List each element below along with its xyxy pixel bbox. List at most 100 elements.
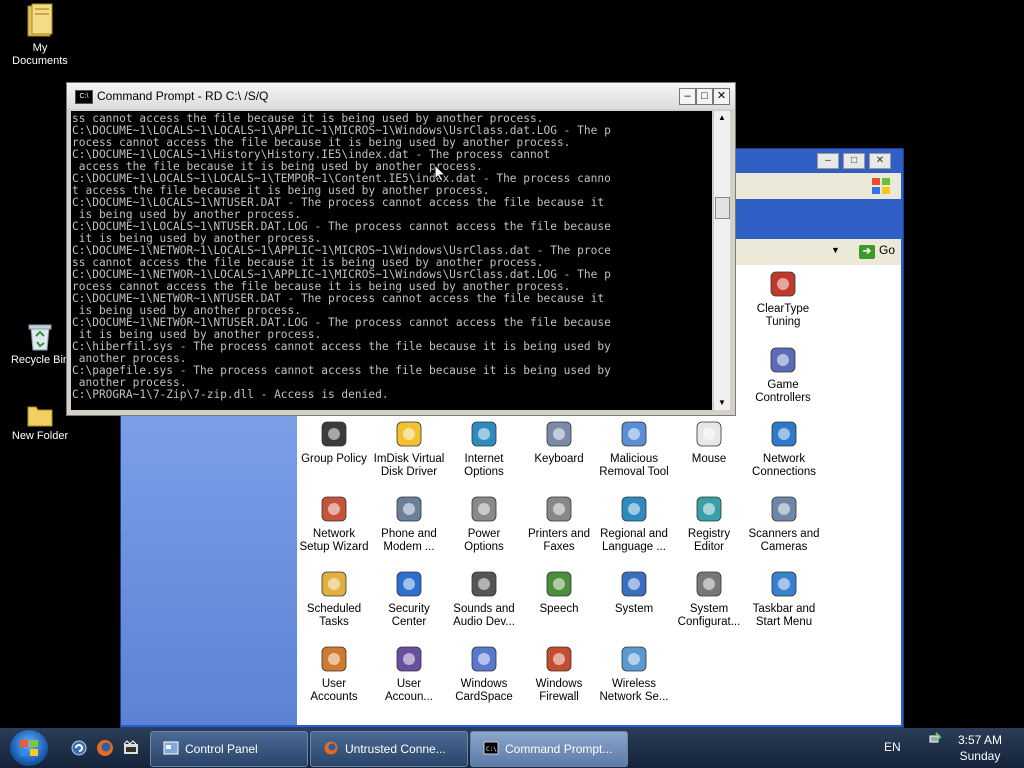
scheduled-tasks-icon bbox=[321, 571, 347, 597]
firefox-icon[interactable] bbox=[96, 739, 114, 757]
control-panel-item[interactable]: Registry Editor bbox=[669, 493, 749, 554]
user-accounts-icon bbox=[321, 646, 347, 672]
control-panel-item[interactable]: Network Setup Wizard bbox=[294, 493, 374, 554]
start-button[interactable] bbox=[10, 730, 48, 766]
control-panel-item[interactable]: Keyboard bbox=[519, 418, 599, 466]
windows-logo-icon bbox=[872, 178, 890, 194]
taskbar-item-command-prompt[interactable]: C:\ Command Prompt... bbox=[470, 731, 628, 767]
desktop-icon-my-documents[interactable]: My Documents bbox=[2, 2, 78, 68]
registry-editor-icon bbox=[696, 496, 722, 522]
media-icon[interactable] bbox=[122, 739, 140, 757]
control-panel-item[interactable]: ImDisk Virtual Disk Driver bbox=[369, 418, 449, 479]
control-panel-item[interactable]: Scanners and Cameras bbox=[744, 493, 824, 554]
control-panel-item-label: Registry Editor bbox=[687, 528, 731, 553]
vertical-scrollbar[interactable]: ▲ ▼ bbox=[713, 111, 730, 410]
folder-icon bbox=[27, 3, 53, 37]
control-panel-item-label: Malicious Removal Tool bbox=[599, 453, 669, 478]
control-panel-item[interactable]: Scheduled Tasks bbox=[294, 568, 374, 629]
language-indicator[interactable]: EN bbox=[884, 740, 901, 754]
folder-icon bbox=[27, 406, 53, 427]
control-panel-item-label: Network Connections bbox=[752, 453, 816, 478]
task-pane bbox=[121, 409, 297, 725]
control-panel-item[interactable]: Regional and Language ... bbox=[594, 493, 674, 554]
network-icon[interactable] bbox=[928, 730, 944, 746]
control-panel-item-label: Mouse bbox=[691, 453, 727, 465]
firewall-icon bbox=[546, 646, 572, 672]
control-panel-item-label: ClearType Tuning bbox=[756, 303, 810, 328]
control-panel-item[interactable]: ClearType Tuning bbox=[743, 268, 823, 329]
close-button[interactable]: ✕ bbox=[869, 153, 891, 169]
taskbar-start-menu-icon bbox=[771, 571, 797, 597]
console-output: ss cannot access the file because it is … bbox=[72, 112, 611, 401]
control-panel-item[interactable]: User Accounts bbox=[294, 643, 374, 704]
security-center-icon bbox=[396, 571, 422, 597]
disk-icon bbox=[396, 421, 422, 447]
phone-modem-icon bbox=[396, 496, 422, 522]
network-setup-icon bbox=[321, 496, 347, 522]
control-panel-item[interactable]: Mouse bbox=[669, 418, 749, 466]
minimize-button[interactable]: – bbox=[679, 88, 696, 105]
control-panel-item[interactable]: Power Options bbox=[444, 493, 524, 554]
game-controller-icon bbox=[770, 347, 796, 373]
cmd-icon: C:\ bbox=[483, 741, 499, 755]
control-panel-item[interactable]: Game Controllers bbox=[743, 344, 823, 405]
clock-time: 3:57 AM bbox=[957, 733, 1002, 747]
control-panel-item[interactable]: User Accoun... bbox=[369, 643, 449, 704]
taskbar: Control Panel Untrusted Conne... C:\ Com… bbox=[0, 728, 1024, 768]
scroll-up-icon[interactable]: ▲ bbox=[714, 111, 730, 125]
control-panel-item-label: System Configurat... bbox=[677, 603, 741, 628]
control-panel-item-label: Windows CardSpace bbox=[455, 678, 513, 703]
control-panel-item[interactable]: Group Policy bbox=[294, 418, 374, 466]
refresh-icon[interactable] bbox=[70, 739, 88, 757]
minimize-button[interactable]: – bbox=[817, 153, 839, 169]
control-panel-titlebar[interactable]: – □ ✕ bbox=[735, 151, 899, 169]
close-button[interactable]: ✕ bbox=[713, 88, 730, 105]
group-policy-icon bbox=[321, 421, 347, 447]
control-panel-item[interactable]: System bbox=[594, 568, 674, 616]
scrollbar-thumb[interactable] bbox=[715, 197, 730, 219]
control-panel-item[interactable]: System Configurat... bbox=[669, 568, 749, 629]
control-panel-item[interactable]: Wireless Network Se... bbox=[594, 643, 674, 704]
speech-icon bbox=[546, 571, 572, 597]
taskbar-item-control-panel[interactable]: Control Panel bbox=[150, 731, 308, 767]
taskbar-item-untrusted-connection[interactable]: Untrusted Conne... bbox=[310, 731, 468, 767]
keyboard-icon bbox=[546, 421, 572, 447]
control-panel-item[interactable]: Internet Options bbox=[444, 418, 524, 479]
control-panel-item[interactable]: Printers and Faxes bbox=[519, 493, 599, 554]
control-panel-item-label: Phone and Modem ... bbox=[381, 528, 437, 553]
network-connections-icon bbox=[771, 421, 797, 447]
scroll-down-icon[interactable]: ▼ bbox=[714, 396, 730, 410]
go-button[interactable]: ➔ Go bbox=[858, 243, 895, 259]
control-panel-item[interactable]: Network Connections bbox=[744, 418, 824, 479]
command-prompt-titlebar[interactable]: C:\ Command Prompt - RD C:\ /S/Q – □ ✕ bbox=[67, 83, 735, 109]
control-panel-item-label: Sounds and Audio Dev... bbox=[453, 603, 515, 628]
user-accounts-alt-icon bbox=[396, 646, 422, 672]
control-panel-item[interactable]: Sounds and Audio Dev... bbox=[444, 568, 524, 629]
control-panel-item[interactable]: Windows CardSpace bbox=[444, 643, 524, 704]
control-panel-item-label: User Accoun... bbox=[385, 678, 433, 703]
maximize-button[interactable]: □ bbox=[843, 153, 865, 169]
maximize-button[interactable]: □ bbox=[696, 88, 713, 105]
power-options-icon bbox=[471, 496, 497, 522]
control-panel-item[interactable]: Malicious Removal Tool bbox=[594, 418, 674, 479]
control-panel-item[interactable]: Windows Firewall bbox=[519, 643, 599, 704]
desktop-icon-label: My Documents bbox=[12, 42, 68, 67]
malicious-removal-icon bbox=[621, 421, 647, 447]
control-panel-item[interactable]: Phone and Modem ... bbox=[369, 493, 449, 554]
control-panel-item[interactable]: Speech bbox=[519, 568, 599, 616]
chevron-down-icon[interactable]: ▼ bbox=[831, 245, 840, 255]
control-panel-item-label: Scheduled Tasks bbox=[306, 603, 362, 628]
clock[interactable]: 3:57 AM Sunday bbox=[958, 732, 1002, 764]
control-panel-item[interactable]: Taskbar and Start Menu bbox=[744, 568, 824, 629]
mouse-cursor-icon bbox=[434, 164, 446, 182]
control-panel-icon bbox=[163, 741, 179, 755]
scanner-icon bbox=[771, 496, 797, 522]
control-panel-item-label: Group Policy bbox=[301, 453, 367, 465]
control-panel-item-label: Internet Options bbox=[464, 453, 504, 478]
control-panel-item[interactable]: Security Center bbox=[369, 568, 449, 629]
control-panel-item-label: Taskbar and Start Menu bbox=[752, 603, 816, 628]
console-output-area[interactable]: ss cannot access the file because it is … bbox=[71, 111, 712, 410]
firefox-icon bbox=[324, 741, 338, 755]
command-prompt-window: C:\ Command Prompt - RD C:\ /S/Q – □ ✕ s… bbox=[66, 82, 736, 416]
address-bar: ▼ ➔ Go bbox=[735, 239, 901, 265]
